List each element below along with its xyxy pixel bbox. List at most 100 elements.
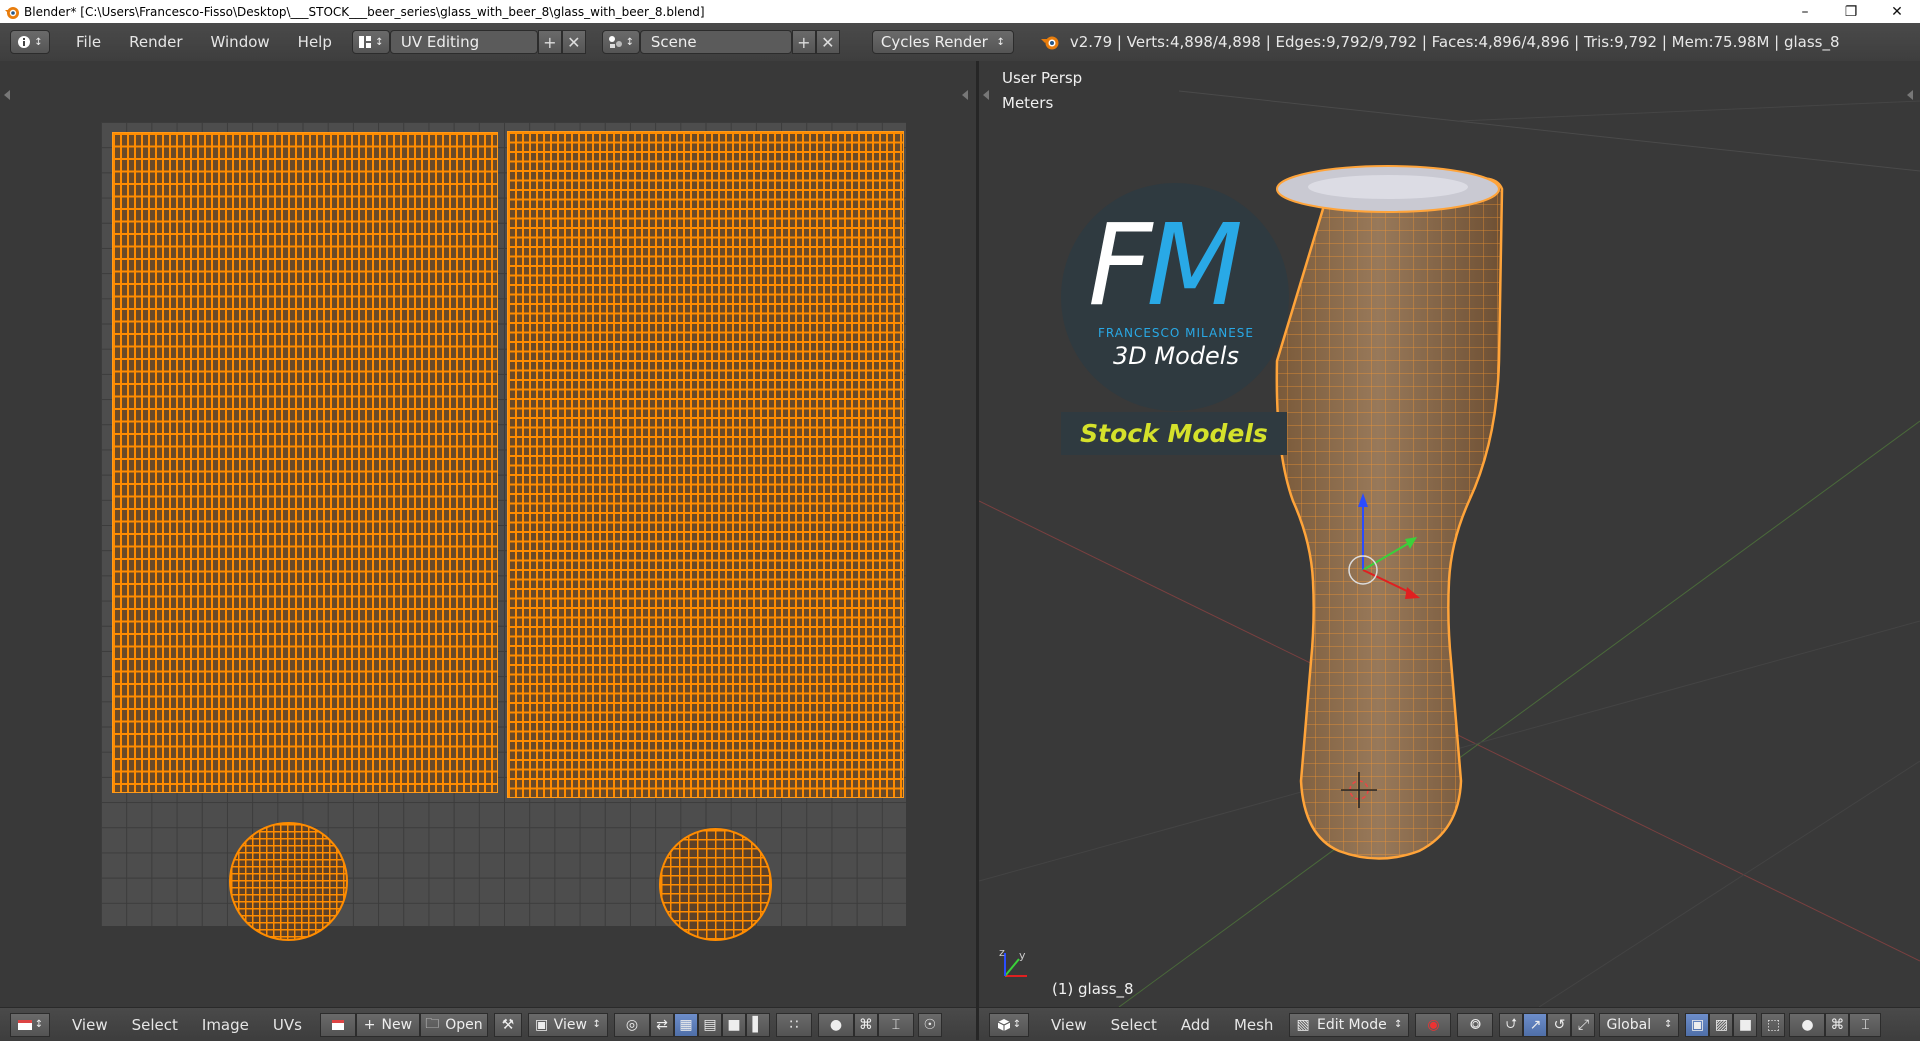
snap-toggle[interactable]: ⌘ — [1825, 1012, 1850, 1037]
open-image-button[interactable]: 🗀 Open — [419, 1012, 488, 1037]
svg-text:z: z — [999, 946, 1005, 959]
manipulator-icon: ⮍ — [1505, 1015, 1518, 1032]
proportional-edit-select[interactable]: ● — [817, 1012, 854, 1037]
uv-menu-image[interactable]: Image — [190, 1016, 261, 1034]
scene-field[interactable]: Scene — [639, 30, 792, 54]
open-image-label: Open — [445, 1016, 483, 1033]
pin-button[interactable]: ⚒ — [493, 1012, 522, 1037]
snap-toggle[interactable]: ⌘ — [853, 1012, 878, 1037]
pivot-select[interactable]: ◎ — [613, 1012, 650, 1037]
editor-type-button[interactable]: ↕ — [10, 1012, 50, 1037]
face-select-icon: ■ — [727, 1016, 741, 1033]
uv-island-disc-top[interactable] — [659, 828, 772, 941]
3d-view-icon — [997, 1018, 1011, 1031]
units-label: Meters — [1002, 94, 1054, 112]
render-preview-toggle[interactable]: ☉ — [917, 1012, 942, 1037]
mode-label: Edit Mode — [1317, 1016, 1387, 1033]
add-layout-button[interactable]: + — [537, 30, 562, 54]
rotate-manipulator[interactable]: ↺ — [1547, 1012, 1572, 1037]
edge-select-toggle[interactable]: ▤ — [697, 1012, 722, 1037]
view-name-label: User Persp — [1002, 69, 1083, 87]
screen-layout-menu-button[interactable]: ↕ — [351, 30, 390, 54]
delete-scene-button[interactable]: ✕ — [815, 30, 840, 54]
edge-select-icon: ▨ — [1714, 1016, 1729, 1033]
watermark-stock-banner: Stock Models — [1061, 412, 1287, 455]
pivot-point-select[interactable]: ⭗ — [1457, 1012, 1494, 1037]
uv-image-grid[interactable] — [101, 122, 906, 941]
sticky-select-mode[interactable]: ∷ — [775, 1012, 812, 1037]
minimize-button[interactable]: – — [1782, 0, 1828, 23]
pivot-icon: ◎ — [625, 1016, 639, 1033]
uv-island-disc-bottom[interactable] — [229, 822, 348, 941]
maximize-button[interactable]: ❐ — [1828, 0, 1874, 23]
vertex-select-toggle[interactable]: ▣ — [1685, 1012, 1710, 1037]
uv-menu-view[interactable]: View — [60, 1016, 120, 1034]
proportional-icon: ● — [829, 1016, 843, 1033]
uv-island-glass-outer[interactable] — [112, 132, 498, 793]
x-icon: ✕ — [567, 32, 581, 52]
uv-sync-toggle[interactable]: ⇄ — [649, 1012, 674, 1037]
view-mode-label: View — [553, 1016, 587, 1033]
occlude-icon: ⬚ — [1766, 1016, 1781, 1033]
new-image-button[interactable]: + New — [355, 1012, 420, 1037]
editor-type-info-button[interactable]: ↕ — [10, 30, 50, 54]
info-header: ↕ File Render Window Help ↕ UV Editing +… — [0, 23, 1920, 62]
view-mode-select[interactable]: ▣ View ↕ — [527, 1012, 608, 1037]
shading-icon: ◉ — [1427, 1016, 1440, 1033]
view-axes-icon: z y — [999, 946, 1027, 977]
uv-menu-uvs[interactable]: UVs — [261, 1016, 314, 1034]
occlude-geometry-toggle[interactable]: ⬚ — [1761, 1012, 1786, 1037]
orientation-select[interactable]: Global ↕ — [1599, 1012, 1680, 1037]
add-scene-button[interactable]: + — [791, 30, 816, 54]
snap-element-select[interactable]: ⌶ — [1849, 1012, 1882, 1037]
render-engine-label: Cycles Render — [880, 33, 988, 51]
mode-select[interactable]: ▧ Edit Mode ↕ — [1289, 1012, 1410, 1037]
area-corner-right[interactable] — [1907, 90, 1913, 100]
menu-render[interactable]: Render — [115, 23, 196, 61]
uv-image-editor[interactable] — [0, 61, 976, 1007]
face-select-toggle[interactable]: ■ — [721, 1012, 746, 1037]
viewport-shading-select[interactable]: ◉ — [1415, 1012, 1452, 1037]
screen-layout-field[interactable]: UV Editing — [389, 30, 538, 54]
render-engine-select[interactable]: Cycles Render ↕ — [871, 30, 1014, 54]
snap-element-icon: ⌶ — [1861, 1016, 1870, 1033]
close-button[interactable]: ✕ — [1874, 0, 1920, 23]
menu-help[interactable]: Help — [284, 23, 346, 61]
face-select-toggle[interactable]: ■ — [1733, 1012, 1758, 1037]
menu-file[interactable]: File — [62, 23, 115, 61]
scene-icon — [608, 36, 622, 48]
vertex-select-icon: ▣ — [1690, 1016, 1705, 1033]
blender-logo-icon — [1040, 36, 1059, 50]
manipulator-toggle[interactable]: ⮍ — [1499, 1012, 1524, 1037]
pin-icon: ⚒ — [501, 1016, 515, 1033]
snap-target-select[interactable]: ⌶ — [877, 1012, 914, 1037]
vp-menu-view[interactable]: View — [1039, 1016, 1099, 1034]
uv-island-glass-inner[interactable] — [507, 131, 904, 798]
vp-menu-add[interactable]: Add — [1169, 1016, 1222, 1034]
updown-icon: ↕ — [996, 36, 1005, 48]
scale-manipulator[interactable]: ⤢ — [1571, 1012, 1596, 1037]
edge-select-icon: ▤ — [703, 1016, 717, 1033]
proportional-edit-select[interactable]: ● — [1789, 1012, 1826, 1037]
vp-menu-select[interactable]: Select — [1099, 1016, 1169, 1034]
layout-icon — [359, 36, 372, 48]
sync-icon: ⇄ — [656, 1016, 668, 1033]
area-corner-left[interactable] — [983, 90, 989, 100]
island-select-toggle[interactable]: ▌ — [745, 1012, 770, 1037]
area-corner-left[interactable] — [4, 90, 10, 100]
edit-mode-icon: ▧ — [1296, 1016, 1310, 1033]
edge-select-toggle[interactable]: ▨ — [1709, 1012, 1734, 1037]
menu-window[interactable]: Window — [197, 23, 284, 61]
watermark-logo-fm: FM — [1088, 201, 1243, 331]
translate-manipulator[interactable]: ↗ — [1523, 1012, 1548, 1037]
render-icon: ☉ — [923, 1016, 937, 1033]
vp-menu-mesh[interactable]: Mesh — [1222, 1016, 1286, 1034]
delete-layout-button[interactable]: ✕ — [561, 30, 586, 54]
blender-logo-icon — [5, 6, 19, 19]
image-browse-button[interactable] — [319, 1012, 356, 1037]
area-corner-right[interactable] — [962, 90, 968, 100]
vertex-select-toggle[interactable]: ▦ — [673, 1012, 698, 1037]
editor-type-button[interactable]: ↕ — [989, 1012, 1029, 1037]
scene-menu-button[interactable]: ↕ — [601, 30, 640, 54]
uv-menu-select[interactable]: Select — [120, 1016, 190, 1034]
